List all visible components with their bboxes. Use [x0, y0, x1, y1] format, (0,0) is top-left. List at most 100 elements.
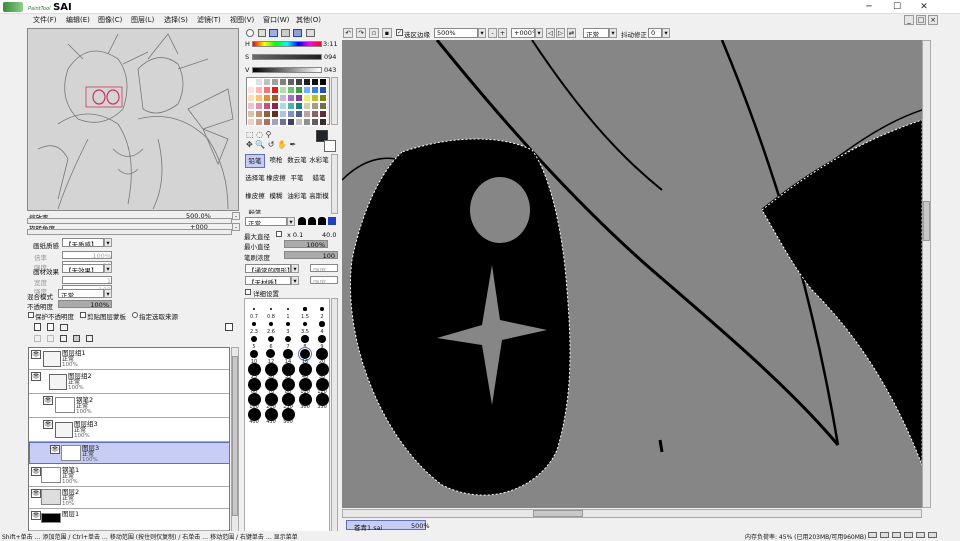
brush-size-dot[interactable]	[320, 307, 324, 311]
brush-eraser2[interactable]: 橡皮擦	[245, 190, 265, 200]
color-swatch[interactable]	[319, 102, 327, 110]
tip-shape-icon[interactable]	[318, 217, 326, 225]
drawing-canvas[interactable]	[342, 40, 922, 508]
eye-icon[interactable]: 👁	[31, 350, 41, 359]
brush-size-dot[interactable]	[266, 349, 276, 359]
clip-group-checkbox[interactable]	[80, 312, 86, 318]
brush-size-dot[interactable]	[269, 307, 273, 311]
brush-size-dot[interactable]	[249, 349, 259, 359]
color-swatch[interactable]	[271, 110, 279, 118]
color-swatch[interactable]	[295, 102, 303, 110]
minimize-button[interactable]: ─	[855, 0, 883, 14]
brush-eraser[interactable]: 橡皮擦	[266, 172, 286, 182]
color-swatch[interactable]	[271, 78, 279, 86]
blend-mode-dropdown[interactable]: ▾	[104, 289, 112, 298]
color-swatch[interactable]	[287, 118, 295, 126]
color-swatch[interactable]	[279, 78, 287, 86]
brush-select[interactable]: 选择笔	[245, 172, 265, 182]
ctrl-key-icon[interactable]	[880, 532, 889, 538]
magic-wand-icon[interactable]: ⚲	[266, 130, 272, 139]
brush-texture-dropdown[interactable]: ▾	[291, 276, 299, 285]
blend-mode-select[interactable]: 正常	[58, 289, 104, 298]
hand-icon[interactable]: ✋	[277, 140, 287, 149]
mask-icon[interactable]	[73, 335, 80, 342]
color-swatch[interactable]	[319, 94, 327, 102]
zoom-dropdown[interactable]: ▾	[478, 28, 486, 38]
color-swatch[interactable]	[287, 110, 295, 118]
color-swatch[interactable]	[303, 102, 311, 110]
new-folder-icon[interactable]	[60, 324, 68, 331]
navigator-preview[interactable]	[27, 28, 239, 211]
color-swatch[interactable]	[287, 94, 295, 102]
color-swatch[interactable]	[247, 86, 255, 94]
win-key-icon[interactable]	[916, 532, 925, 538]
rotate-reset-button[interactable]: -	[232, 223, 240, 231]
brush-size-dot[interactable]	[303, 307, 307, 311]
brush-size-dot[interactable]	[319, 321, 325, 327]
layer-row[interactable]: 👁 图层组2 正常 100%	[29, 370, 229, 394]
brush-size-dot[interactable]	[251, 336, 257, 342]
value-slider[interactable]	[252, 67, 322, 73]
color-swatch[interactable]	[255, 110, 263, 118]
keep-opacity-checkbox[interactable]	[28, 312, 34, 318]
background-color[interactable]	[324, 140, 336, 152]
detail-settings-checkbox[interactable]	[245, 289, 251, 295]
maximize-button[interactable]: ☐	[883, 0, 911, 14]
settings-icon[interactable]	[225, 323, 233, 331]
brush-airbrush[interactable]: 喷枪	[266, 154, 286, 164]
brush-blur[interactable]: 模糊	[266, 190, 286, 200]
deselect-button[interactable]: ▫	[369, 28, 379, 38]
color-swatch[interactable]	[311, 86, 319, 94]
brush-tip-shapes[interactable]	[298, 217, 338, 226]
doc-minimize-button[interactable]: _	[904, 15, 914, 25]
rgb-slider-icon[interactable]	[258, 29, 266, 37]
brush-chalk[interactable]: 粉笔	[245, 207, 265, 214]
color-swatch[interactable]	[255, 118, 263, 126]
lasso-icon[interactable]: ◌	[256, 130, 263, 139]
color-swatch[interactable]	[295, 78, 303, 86]
doc-close-button[interactable]: ×	[928, 15, 938, 25]
color-swatch[interactable]	[319, 110, 327, 118]
clear-layer-icon[interactable]	[60, 335, 67, 342]
eyedropper-icon[interactable]: ✒	[290, 140, 297, 149]
density-slider[interactable]: 100	[284, 251, 338, 259]
alt-key-icon[interactable]	[892, 532, 901, 538]
brush-size-dot[interactable]	[284, 335, 292, 343]
color-swatch[interactable]	[287, 86, 295, 94]
brush-size-dot[interactable]	[252, 307, 256, 311]
paper-texture-dropdown[interactable]: ▾	[104, 238, 112, 247]
color-swatch[interactable]	[303, 94, 311, 102]
brush-size-dot[interactable]	[318, 335, 326, 343]
min-size-slider[interactable]: 100%	[284, 240, 328, 248]
paper-texture-select[interactable]: 【无质感】	[62, 238, 104, 247]
color-swatch[interactable]	[255, 102, 263, 110]
brush-cloud[interactable]: 数云笔	[287, 154, 307, 164]
color-swatch[interactable]	[287, 102, 295, 110]
color-swatch[interactable]	[319, 118, 327, 126]
color-swatch[interactable]	[279, 102, 287, 110]
color-swatch[interactable]	[311, 78, 319, 86]
color-swatch[interactable]	[271, 94, 279, 102]
flip-button[interactable]: ⇄	[567, 28, 576, 38]
brush-size-dot[interactable]	[267, 335, 275, 343]
canvas-angle-field[interactable]: +000°	[511, 28, 535, 38]
menu-edit[interactable]: 编辑(E)	[66, 15, 90, 25]
layer-row[interactable]: 👁 钢笔1 正常 100%	[29, 465, 229, 487]
color-swatch[interactable]	[303, 86, 311, 94]
color-wheel-icon[interactable]	[246, 29, 254, 37]
eye-icon[interactable]: 👁	[31, 372, 41, 381]
color-swatch[interactable]	[247, 94, 255, 102]
color-swatch[interactable]	[255, 94, 263, 102]
color-swatch[interactable]	[263, 86, 271, 94]
color-swatch[interactable]	[303, 110, 311, 118]
zoom-in-button[interactable]: +	[498, 28, 507, 38]
redo-button[interactable]: ↷	[356, 28, 366, 38]
shift-key-icon[interactable]	[868, 532, 877, 538]
color-swatch[interactable]	[279, 86, 287, 94]
menu-window[interactable]: 窗口(W)	[263, 15, 289, 25]
color-swatch[interactable]	[247, 110, 255, 118]
color-swatch[interactable]	[271, 118, 279, 126]
color-swatch[interactable]	[287, 78, 295, 86]
brush-scrollbar[interactable]	[331, 154, 338, 214]
layer-row-selected[interactable]: 👁 图层3 正常 100%	[29, 442, 229, 464]
